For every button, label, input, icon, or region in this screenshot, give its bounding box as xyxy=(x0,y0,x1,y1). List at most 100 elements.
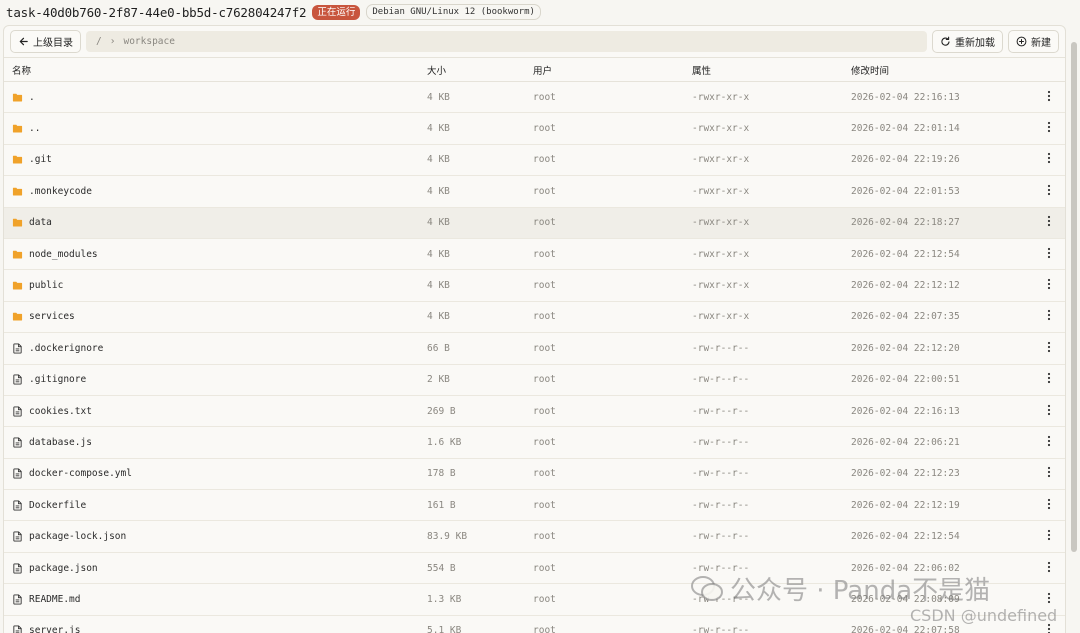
scrollbar[interactable] xyxy=(1071,42,1077,552)
file-permissions: -rwxr-xr-x xyxy=(692,248,750,260)
file-name-cell[interactable]: docker-compose.yml xyxy=(4,468,427,479)
column-modified[interactable]: 修改时间 xyxy=(851,63,1034,77)
file-modified: 2026-02-04 22:12:54 xyxy=(851,248,960,260)
file-name-cell[interactable]: cookies.txt xyxy=(4,406,427,417)
file-name-cell[interactable]: .git xyxy=(4,154,427,165)
more-actions-button[interactable] xyxy=(1034,90,1064,105)
file-modified: 2026-02-04 22:12:54 xyxy=(851,531,960,543)
file-size: 66 B xyxy=(427,342,450,354)
more-actions-button[interactable] xyxy=(1034,121,1064,136)
more-vertical-icon xyxy=(1047,498,1051,513)
file-name-cell[interactable]: Dockerfile xyxy=(4,500,427,511)
table-row[interactable]: .monkeycode 4 KB root -rwxr-xr-x 2026-02-04 … xyxy=(4,176,1065,208)
more-actions-button[interactable] xyxy=(1034,498,1064,513)
table-row[interactable]: database.js 1.6 KB root -rw-r--r-- 2026-02-0… xyxy=(4,427,1065,459)
table-row[interactable]: docker-compose.yml 178 B root -rw-r--r-- 202… xyxy=(4,459,1065,491)
file-name-cell[interactable]: package.json xyxy=(4,563,427,574)
path-input[interactable]: / › workspace xyxy=(86,31,927,52)
more-actions-button[interactable] xyxy=(1034,435,1064,450)
table-row[interactable]: .dockerignore 66 B root -rw-r--r-- 2026-02-0… xyxy=(4,333,1065,365)
chevron-right-icon: › xyxy=(109,36,116,47)
more-actions-button[interactable] xyxy=(1034,466,1064,481)
file-permissions: -rw-r--r-- xyxy=(692,436,750,448)
file-permissions: -rwxr-xr-x xyxy=(692,311,750,323)
table-row[interactable]: package-lock.json 83.9 KB root -rw-r--r-- 20… xyxy=(4,521,1065,553)
new-button[interactable]: 新建 xyxy=(1008,30,1059,53)
file-user: root xyxy=(533,311,556,323)
file-name-cell[interactable]: public xyxy=(4,280,427,291)
file-permissions: -rw-r--r-- xyxy=(692,374,750,386)
file-user: root xyxy=(533,468,556,480)
folder-icon xyxy=(12,92,23,103)
table-row[interactable]: node_modules 4 KB root -rwxr-xr-x 2026-02-04… xyxy=(4,239,1065,271)
reload-button[interactable]: 重新加载 xyxy=(932,30,1003,53)
file-name-cell[interactable]: README.md xyxy=(4,594,427,605)
column-size[interactable]: 大小 xyxy=(427,63,533,77)
breadcrumb-current[interactable]: workspace xyxy=(123,36,174,47)
more-actions-button[interactable] xyxy=(1034,215,1064,230)
column-permissions[interactable]: 属性 xyxy=(692,63,851,77)
folder-icon xyxy=(12,217,23,228)
file-name: node_modules xyxy=(29,248,98,260)
more-vertical-icon xyxy=(1047,152,1051,167)
file-name-cell[interactable]: .dockerignore xyxy=(4,343,427,354)
table-row[interactable]: package.json 554 B root -rw-r--r-- 2026-02-0… xyxy=(4,553,1065,585)
table-row[interactable]: Dockerfile 161 B root -rw-r--r-- 2026-02-04 … xyxy=(4,490,1065,522)
file-name-cell[interactable]: . xyxy=(4,92,427,103)
file-name-cell[interactable]: node_modules xyxy=(4,249,427,260)
toolbar: 上级目录 / › workspace 重新加载 新建 xyxy=(4,26,1065,58)
more-actions-button[interactable] xyxy=(1034,529,1064,544)
task-header: task-40d0b760-2f87-44e0-bb5d-c762804247f… xyxy=(0,0,1080,24)
file-modified: 2026-02-04 22:01:53 xyxy=(851,185,960,197)
table-row[interactable]: public 4 KB root -rwxr-xr-x 2026-02-04 22:12… xyxy=(4,270,1065,302)
file-icon xyxy=(12,437,23,448)
table-row[interactable]: cookies.txt 269 B root -rw-r--r-- 2026-02-04… xyxy=(4,396,1065,428)
file-name-cell[interactable]: .. xyxy=(4,123,427,134)
file-name: server.js xyxy=(29,625,81,633)
column-user[interactable]: 用户 xyxy=(533,63,692,77)
table-row[interactable]: data 4 KB root -rwxr-xr-x 2026-02-04 22:18:2… xyxy=(4,207,1065,239)
file-user: root xyxy=(533,154,556,166)
table-row[interactable]: .. 4 KB root -rwxr-xr-x 2026-02-04 22:01:14 xyxy=(4,113,1065,145)
more-actions-button[interactable] xyxy=(1034,247,1064,262)
more-actions-button[interactable] xyxy=(1034,404,1064,419)
table-row[interactable]: .gitignore 2 KB root -rw-r--r-- 2026-02-04 2… xyxy=(4,365,1065,396)
folder-icon xyxy=(12,123,23,134)
table-row[interactable]: README.md 1.3 KB root -rw-r--r-- 2026-02-04 … xyxy=(4,584,1065,616)
more-actions-button[interactable] xyxy=(1034,623,1064,633)
more-actions-button[interactable] xyxy=(1034,309,1064,324)
file-user: root xyxy=(533,593,556,605)
more-vertical-icon xyxy=(1047,184,1051,199)
folder-icon xyxy=(12,311,23,322)
column-name[interactable]: 名称 xyxy=(4,63,427,77)
table-row[interactable]: .git 4 KB root -rwxr-xr-x 2026-02-04 22:19:2… xyxy=(4,145,1065,177)
file-permissions: -rw-r--r-- xyxy=(692,625,750,633)
file-modified: 2026-02-04 22:12:12 xyxy=(851,280,960,292)
file-modified: 2026-02-04 22:01:14 xyxy=(851,123,960,135)
file-name-cell[interactable]: .gitignore xyxy=(4,374,427,385)
more-actions-button[interactable] xyxy=(1034,152,1064,167)
file-permissions: -rw-r--r-- xyxy=(692,593,750,605)
more-actions-button[interactable] xyxy=(1034,278,1064,293)
file-name-cell[interactable]: package-lock.json xyxy=(4,531,427,542)
file-modified: 2026-02-04 22:12:20 xyxy=(851,342,960,354)
file-name-cell[interactable]: database.js xyxy=(4,437,427,448)
file-user: root xyxy=(533,531,556,543)
file-name-cell[interactable]: .monkeycode xyxy=(4,186,427,197)
file-name-cell[interactable]: services xyxy=(4,311,427,322)
refresh-icon xyxy=(941,36,950,46)
table-row[interactable]: . 4 KB root -rwxr-xr-x 2026-02-04 22:16:13 xyxy=(4,82,1065,114)
up-directory-button[interactable]: 上级目录 xyxy=(10,30,81,53)
more-actions-button[interactable] xyxy=(1034,372,1064,387)
breadcrumb-root[interactable]: / xyxy=(96,36,102,47)
more-vertical-icon xyxy=(1047,341,1051,356)
more-actions-button[interactable] xyxy=(1034,184,1064,199)
more-actions-button[interactable] xyxy=(1034,592,1064,607)
table-row[interactable]: server.js 5.1 KB root -rw-r--r-- 2026-02-04 … xyxy=(4,616,1065,633)
file-name: services xyxy=(29,311,75,323)
table-row[interactable]: services 4 KB root -rwxr-xr-x 2026-02-04 22:… xyxy=(4,302,1065,334)
file-name-cell[interactable]: data xyxy=(4,217,427,228)
file-name-cell[interactable]: server.js xyxy=(4,625,427,633)
more-actions-button[interactable] xyxy=(1034,561,1064,576)
more-actions-button[interactable] xyxy=(1034,341,1064,356)
